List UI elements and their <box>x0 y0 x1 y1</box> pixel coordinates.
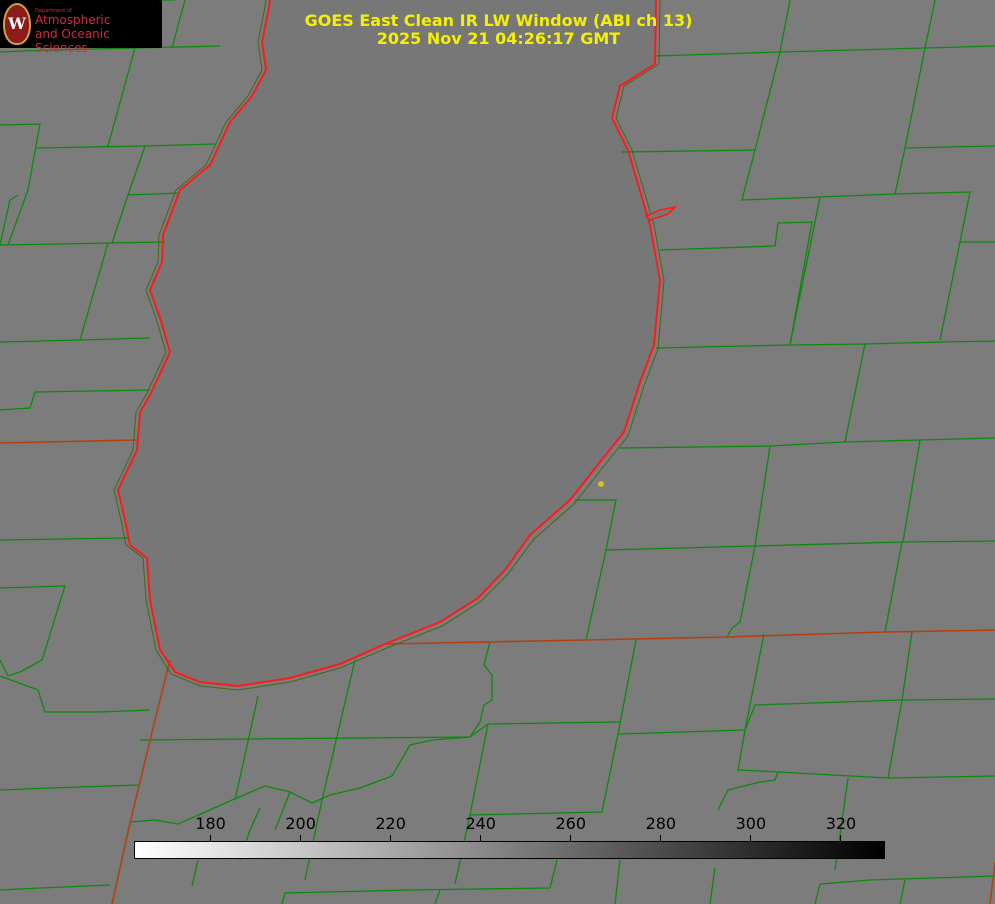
colorbar-tick-300: 300 <box>726 815 776 842</box>
station-marker <box>598 481 604 487</box>
satellite-map <box>0 0 995 904</box>
image-title: GOES East Clean IR LW Window (ABI ch 13)… <box>0 12 995 48</box>
colorbar <box>134 841 885 859</box>
title-line-2: 2025 Nov 21 04:26:17 GMT <box>376 29 621 48</box>
colorbar-tick-200: 200 <box>276 815 326 842</box>
title-line-1: GOES East Clean IR LW Window (ABI ch 13) <box>304 11 693 30</box>
colorbar-ticks: 180 200 220 240 260 280 300 320 <box>134 815 886 842</box>
colorbar-tick-220: 220 <box>366 815 416 842</box>
colorbar-tick-260: 260 <box>546 815 596 842</box>
colorbar-tick-240: 240 <box>456 815 506 842</box>
colorbar-tick-280: 280 <box>636 815 686 842</box>
colorbar-tick-180: 180 <box>186 815 236 842</box>
colorbar-tick-320: 320 <box>816 815 866 842</box>
